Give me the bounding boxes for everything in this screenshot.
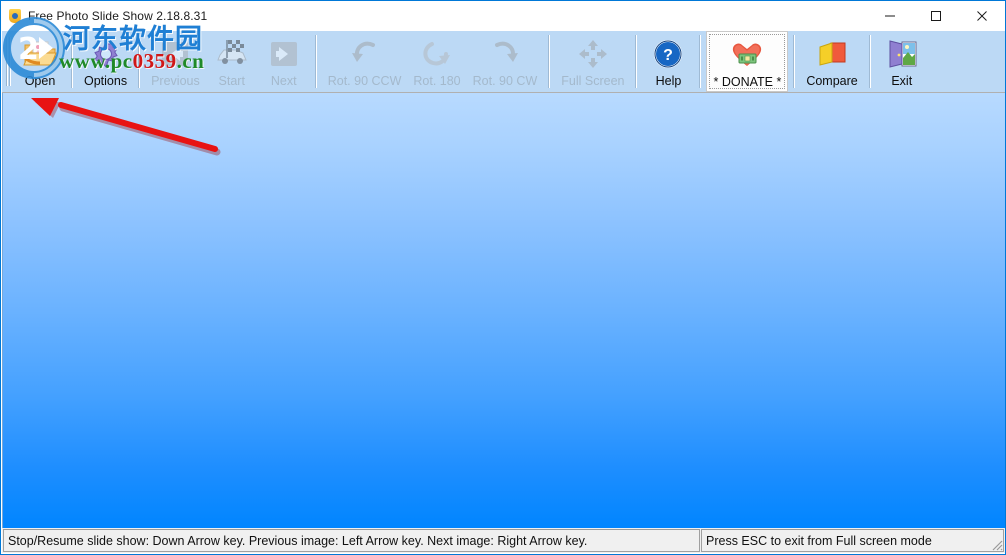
toolbar-separator [635,35,638,88]
race-car-flag-icon [214,36,250,72]
status-bar: Stop/Resume slide show: Down Arrow key. … [2,528,1005,553]
heart-money-icon [730,37,764,73]
compare-cards-icon [815,36,849,72]
toolbar-separator [548,35,551,88]
open-button-label: Open [24,74,56,88]
compare-button[interactable]: Compare [800,31,863,92]
rotate-cw-icon [489,36,521,72]
rotate-180-button-label: Rot. 180 [413,74,461,88]
toolbar-separator [71,35,73,88]
image-canvas[interactable] [2,93,1005,529]
red-pointer-arrow [31,98,221,156]
fullscreen-button[interactable]: Full Screen [555,31,630,92]
status-hint-left: Stop/Resume slide show: Down Arrow key. … [3,529,700,552]
donate-button-label: * DONATE * [713,75,782,89]
arrow-left-icon [159,36,191,72]
title-bar: Free Photo Slide Show 2.18.8.31 [1,1,1005,31]
app-window: Free Photo Slide Show 2.18.8.31 Open Opt… [0,0,1006,555]
start-button-label: Start [218,74,245,88]
open-button[interactable]: Open [14,31,66,92]
rotate-ccw-icon [349,36,381,72]
fullscreen-button-label: Full Screen [561,74,625,88]
toolbar-separator [314,35,317,88]
app-shield-icon [7,8,23,24]
previous-button[interactable]: Previous [145,31,206,92]
exit-door-icon [886,36,918,72]
exit-button-label: Exit [891,74,913,88]
open-folder-icon [22,36,58,72]
fullscreen-arrows-icon [577,36,609,72]
toolbar-separator [699,35,702,88]
resize-grip-icon[interactable] [989,537,1003,551]
rotate-ccw-button-label: Rot. 90 CCW [327,74,402,88]
arrow-right-icon [268,36,300,72]
exit-button[interactable]: Exit [876,31,928,92]
window-title: Free Photo Slide Show 2.18.8.31 [28,9,208,23]
window-controls [867,1,1005,31]
rotate-cw-button-label: Rot. 90 CW [472,74,538,88]
main-toolbar: Open Options Previous Start Next Rot. 90… [2,31,1005,93]
minimize-icon[interactable] [867,1,913,31]
toolbar-separator [138,35,141,88]
close-icon[interactable] [959,1,1005,31]
options-button[interactable]: Options [78,31,133,92]
toolbar-separator [793,35,796,88]
svg-text:?: ? [664,47,674,64]
question-mark-icon: ? [653,36,683,72]
gear-icon [90,36,122,72]
rotate-cw-button[interactable]: Rot. 90 CW [467,31,544,92]
next-button[interactable]: Next [258,31,310,92]
help-button-label: Help [655,74,682,88]
status-hint-right: Press ESC to exit from Full screen mode [701,529,1004,552]
rotate-180-icon [421,36,453,72]
rotate-ccw-button[interactable]: Rot. 90 CCW [322,31,408,92]
donate-button[interactable]: * DONATE * [706,31,789,92]
options-button-label: Options [84,74,128,88]
toolbar-drag-grip[interactable] [4,35,12,88]
help-button[interactable]: ? Help [642,31,694,92]
start-button[interactable]: Start [206,31,258,92]
previous-button-label: Previous [151,74,200,88]
compare-button-label: Compare [806,74,858,88]
toolbar-separator [868,35,871,88]
next-button-label: Next [270,74,297,88]
maximize-icon[interactable] [913,1,959,31]
rotate-180-button[interactable]: Rot. 180 [407,31,466,92]
